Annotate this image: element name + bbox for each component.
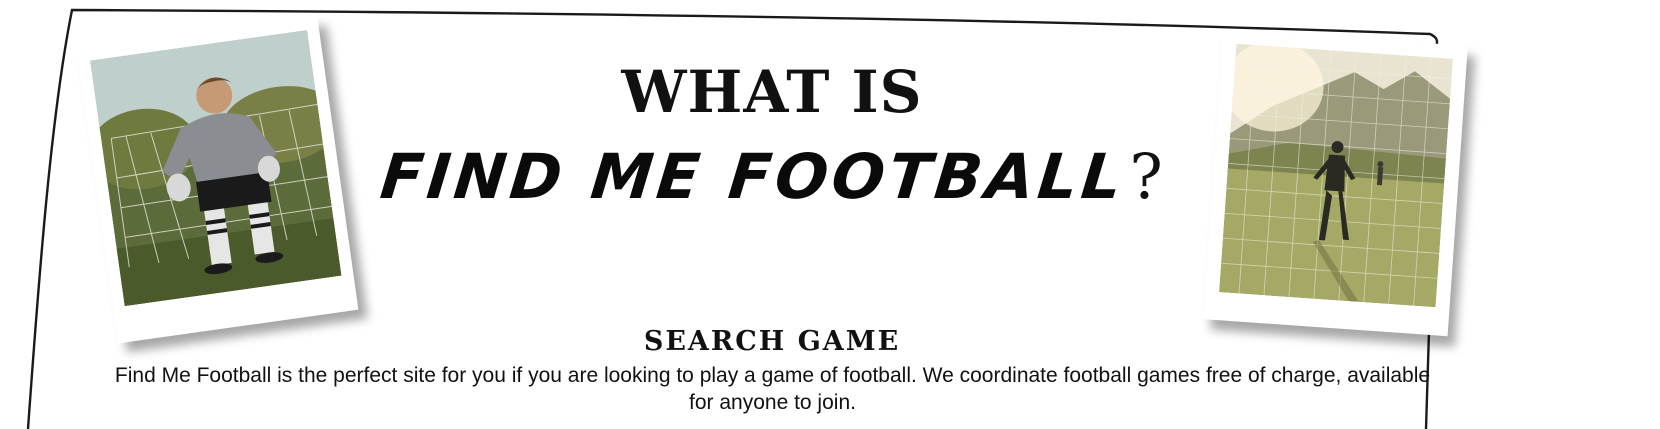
title-question-mark: ? bbox=[1129, 140, 1163, 213]
hero-title-what-is: WHAT IS bbox=[621, 58, 923, 126]
section-heading: SEARCH GAME bbox=[643, 326, 901, 357]
hero-title-brand: FIND ME FOOTBALL? bbox=[0, 140, 1544, 213]
brand-name: FIND ME FOOTBALL bbox=[377, 140, 1130, 213]
section-description: Find Me Football is the perfect site for… bbox=[114, 364, 1431, 414]
